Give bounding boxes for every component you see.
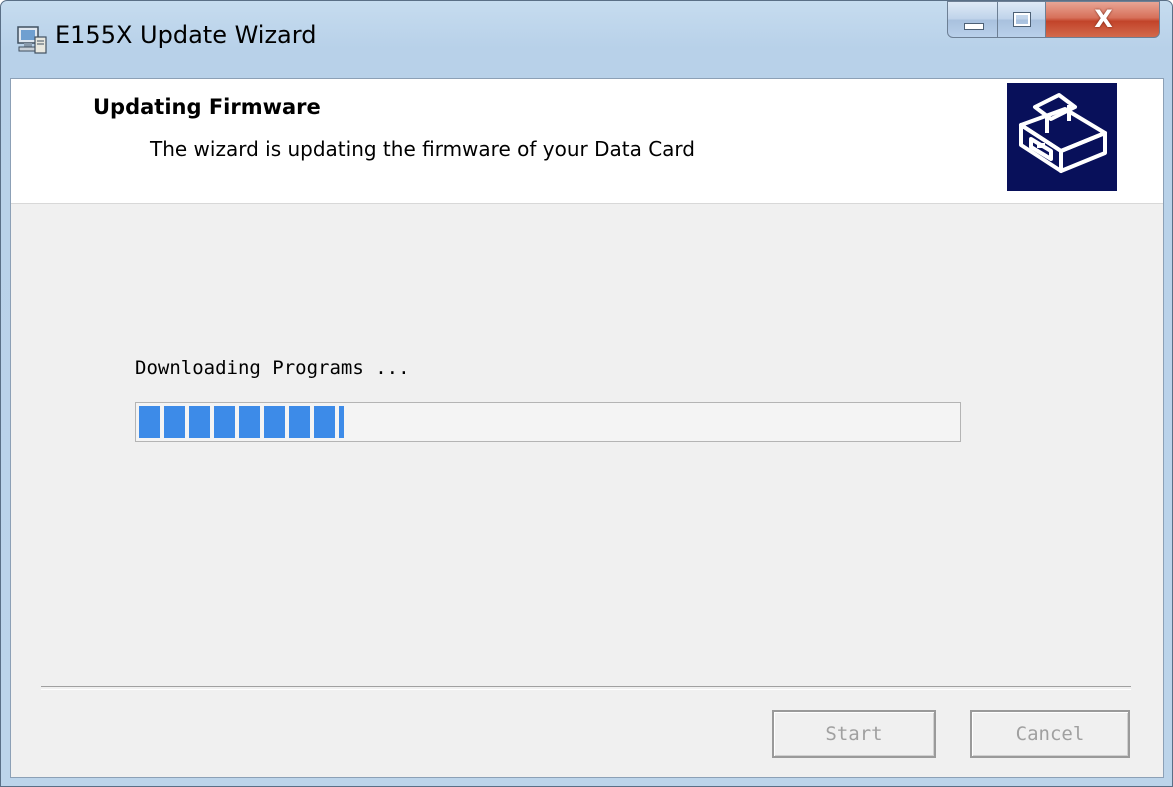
- setup-computer-icon: [15, 23, 49, 57]
- start-button[interactable]: Start: [772, 710, 936, 758]
- footer-divider: [41, 686, 1131, 690]
- wizard-window: E155X Update Wizard X Updating Firmware …: [0, 0, 1173, 787]
- page-title: Updating Firmware: [93, 95, 321, 119]
- title-bar[interactable]: E155X Update Wizard X: [1, 1, 1172, 78]
- page-subtitle: The wizard is updating the firmware of y…: [150, 137, 695, 161]
- maximize-icon: [1013, 12, 1031, 27]
- window-controls: X: [947, 1, 1160, 38]
- progress-status-text: Downloading Programs ...: [135, 357, 410, 379]
- window-title: E155X Update Wizard: [55, 21, 317, 49]
- close-icon: X: [1094, 5, 1113, 33]
- minimize-icon: [964, 23, 984, 30]
- data-card-drive-icon: [1007, 83, 1117, 191]
- close-button[interactable]: X: [1045, 1, 1160, 38]
- maximize-button[interactable]: [997, 1, 1046, 38]
- progress-bar-fill: [139, 406, 344, 438]
- wizard-client-area: Updating Firmware The wizard is updating…: [10, 78, 1164, 778]
- progress-bar: [135, 402, 961, 442]
- cancel-button[interactable]: Cancel: [970, 710, 1130, 758]
- minimize-button[interactable]: [947, 1, 998, 38]
- wizard-header: Updating Firmware The wizard is updating…: [11, 79, 1163, 204]
